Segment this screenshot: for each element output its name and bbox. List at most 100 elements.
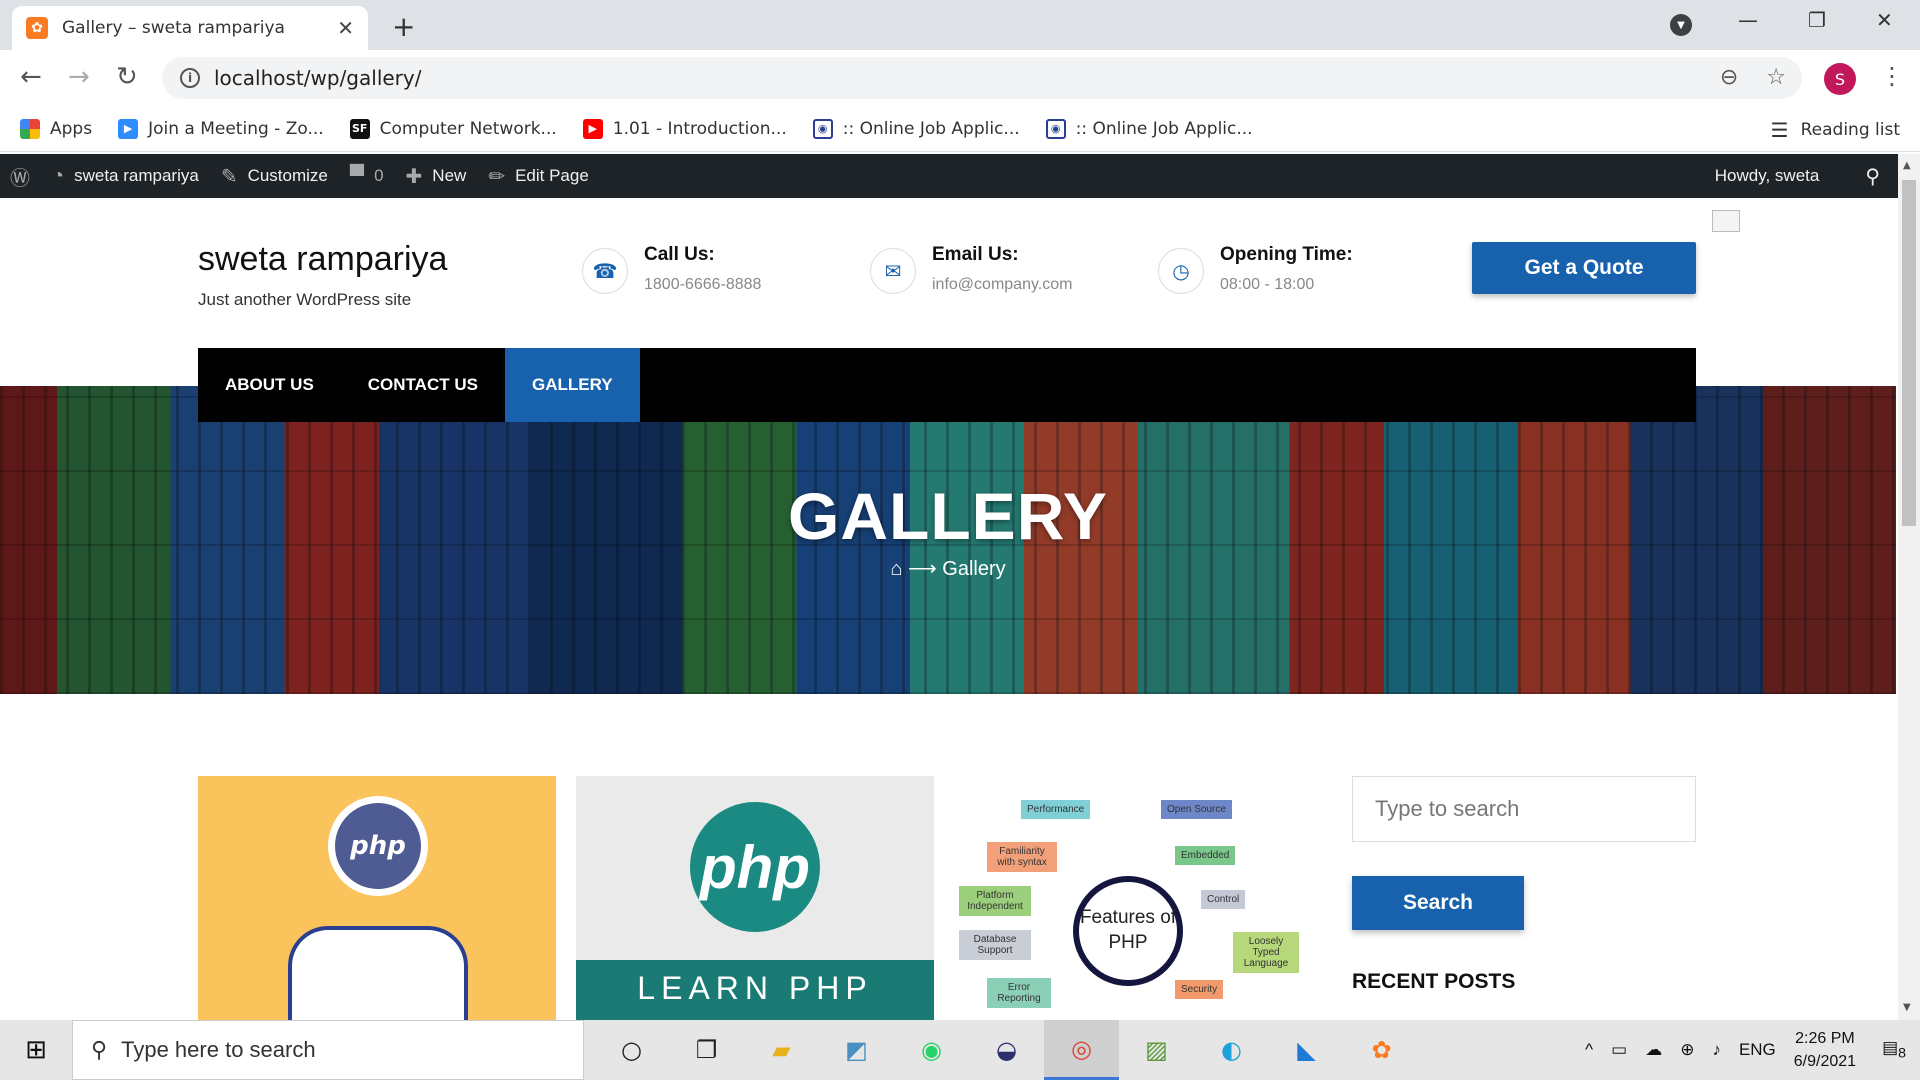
- breadcrumb-current: Gallery: [942, 558, 1006, 580]
- bookmark-star-icon[interactable]: ☆: [1766, 65, 1786, 90]
- books-illustration: [288, 926, 468, 1020]
- breadcrumb: ⌂ ⟶ Gallery: [0, 556, 1896, 581]
- bookmark-label: 1.01 - Introduction...: [612, 118, 787, 139]
- nav-contact-us[interactable]: CONTACT US: [341, 348, 505, 422]
- feature-label: Security: [1175, 980, 1224, 999]
- gallery-image-learn-php[interactable]: php LEARN PHP: [576, 776, 934, 1020]
- globe-icon[interactable]: ⊕: [1680, 1040, 1694, 1060]
- close-window-icon[interactable]: ✕: [1876, 8, 1893, 32]
- nav-about-us[interactable]: ABOUT US: [198, 348, 341, 422]
- bookmark-label: Computer Network...: [379, 118, 557, 139]
- language-indicator[interactable]: ENG: [1739, 1040, 1776, 1060]
- tab-title: Gallery – sweta rampariya: [62, 18, 285, 38]
- admin-new[interactable]: ✚ New: [406, 164, 467, 189]
- clock-icon: ◷: [1158, 248, 1204, 294]
- taskbar-clock[interactable]: 2:26 PM 6/9/2021: [1794, 1027, 1856, 1073]
- feature-label: Familiarity with syntax: [987, 842, 1057, 872]
- reload-icon[interactable]: ↻: [116, 62, 138, 92]
- chrome-menu-icon[interactable]: ⋮: [1880, 62, 1904, 90]
- cortana-icon[interactable]: ○: [594, 1020, 669, 1080]
- globe-seal-icon: ◉: [812, 118, 833, 139]
- php-logo-text: php: [335, 803, 421, 889]
- zoom-camera-icon: ▶: [118, 118, 139, 139]
- gallery-image-php-books[interactable]: php: [198, 776, 556, 1020]
- feature-label: Loosely Typed Language: [1233, 932, 1299, 973]
- tab-search-icon[interactable]: ▼: [1670, 14, 1692, 36]
- browser-tab[interactable]: ✿ Gallery – sweta rampariya ✕: [12, 6, 368, 50]
- feature-label: Error Reporting: [987, 978, 1051, 1008]
- learn-php-caption: LEARN PHP: [576, 960, 934, 1020]
- admin-comments[interactable]: ▀ 0: [350, 165, 384, 188]
- chrome-icon[interactable]: ◎: [1044, 1020, 1119, 1080]
- feature-label: Platform Independent: [959, 886, 1031, 916]
- forward-icon[interactable]: →: [68, 62, 90, 92]
- opening-time-value: 08:00 - 18:00: [1220, 276, 1315, 293]
- wordpress-logo-icon[interactable]: Ⓦ: [10, 162, 30, 191]
- scroll-thumb[interactable]: [1902, 180, 1916, 526]
- notepad-app-icon[interactable]: ◩: [819, 1020, 894, 1080]
- bookmark-job-2[interactable]: ◉ :: Online Job Applic...: [1045, 118, 1253, 139]
- eclipse-icon[interactable]: ◒: [969, 1020, 1044, 1080]
- edge-icon[interactable]: ◐: [1194, 1020, 1269, 1080]
- file-explorer-icon[interactable]: ▰: [744, 1020, 819, 1080]
- get-quote-button[interactable]: Get a Quote: [1472, 242, 1696, 294]
- reading-list-icon: ☰: [1770, 118, 1789, 142]
- scroll-down-icon[interactable]: ▼: [1903, 1002, 1911, 1013]
- task-view-icon[interactable]: ❐: [669, 1020, 744, 1080]
- plus-icon: ✚: [405, 165, 423, 188]
- feature-label: Open Source: [1161, 800, 1232, 819]
- nav-gallery[interactable]: GALLERY: [504, 348, 640, 422]
- minimize-icon[interactable]: —: [1738, 8, 1758, 32]
- site-title[interactable]: sweta rampariya: [198, 240, 447, 279]
- arrow-right-icon: ⟶: [908, 558, 943, 580]
- back-icon[interactable]: ←: [20, 62, 42, 92]
- comment-icon: ▀: [349, 164, 365, 187]
- browser-tabbar: ✿ Gallery – sweta rampariya ✕ + ▼ — ❐ ✕: [0, 0, 1920, 50]
- admin-site-name[interactable]: ◔ sweta rampariya: [52, 165, 199, 188]
- home-icon[interactable]: ⌂: [890, 558, 902, 580]
- email-us-label: Email Us:: [932, 244, 1019, 265]
- opening-time-block: ◷ Opening Time: 08:00 - 18:00: [1158, 244, 1353, 294]
- taskbar-search[interactable]: ⚲ Type here to search: [72, 1020, 584, 1080]
- site-tagline: Just another WordPress site: [198, 290, 412, 309]
- xampp-icon[interactable]: ✿: [1344, 1020, 1419, 1080]
- whatsapp-icon[interactable]: ◉: [894, 1020, 969, 1080]
- admin-howdy[interactable]: Howdy, sweta: [1715, 166, 1820, 186]
- zoom-icon[interactable]: ⊖: [1720, 65, 1738, 90]
- new-tab-button[interactable]: +: [392, 10, 415, 43]
- bookmark-computer-network[interactable]: SF Computer Network...: [349, 118, 557, 139]
- restore-icon[interactable]: ❐: [1808, 8, 1826, 32]
- sidebar-search-input[interactable]: Type to search: [1352, 776, 1696, 842]
- admin-edit-page[interactable]: ✏ Edit Page: [488, 164, 589, 189]
- sidebar-search-button[interactable]: Search: [1352, 876, 1524, 930]
- feature-label: Database Support: [959, 930, 1031, 960]
- close-tab-icon[interactable]: ✕: [337, 16, 354, 40]
- brush-icon: ✎: [220, 165, 238, 188]
- address-bar[interactable]: i localhost/wp/gallery/ ⊖ ☆: [162, 57, 1802, 99]
- admin-customize[interactable]: ✎ Customize: [221, 164, 328, 189]
- gallery-image-features-of-php[interactable]: Features of PHP Performance Open Source …: [953, 776, 1311, 1020]
- bookmark-zoom[interactable]: ▶ Join a Meeting - Zo...: [118, 118, 324, 139]
- vscode-icon[interactable]: ◣: [1269, 1020, 1344, 1080]
- photo-app-icon[interactable]: ▨: [1119, 1020, 1194, 1080]
- bookmark-youtube[interactable]: ▶ 1.01 - Introduction...: [582, 118, 787, 139]
- chevron-up-icon[interactable]: ^: [1585, 1040, 1593, 1060]
- url-text[interactable]: localhost/wp/gallery/: [214, 66, 421, 90]
- bookmark-apps[interactable]: Apps: [20, 118, 92, 139]
- profile-avatar[interactable]: S: [1824, 63, 1856, 95]
- reading-list[interactable]: ☰ Reading list: [1771, 118, 1900, 142]
- volume-icon[interactable]: ♪: [1712, 1040, 1721, 1060]
- page-scrollbar[interactable]: ▲ ▼: [1898, 154, 1920, 1020]
- site-info-icon[interactable]: i: [180, 68, 200, 88]
- battery-icon[interactable]: ▭: [1611, 1040, 1627, 1060]
- admin-search-icon[interactable]: ⚲: [1865, 164, 1880, 189]
- notification-center-icon[interactable]: ▤8: [1882, 1038, 1906, 1061]
- phone-icon: ☎: [582, 248, 628, 294]
- scroll-up-icon[interactable]: ▲: [1903, 160, 1911, 171]
- dashboard-icon: ◔: [52, 164, 65, 187]
- network-icon[interactable]: ☁: [1645, 1040, 1662, 1060]
- windows-start-icon[interactable]: ⊞: [0, 1020, 72, 1080]
- features-center: Features of PHP: [1073, 876, 1183, 986]
- call-us-block: ☎ Call Us: 1800-6666-8888: [582, 244, 761, 294]
- bookmark-job-1[interactable]: ◉ :: Online Job Applic...: [812, 118, 1020, 139]
